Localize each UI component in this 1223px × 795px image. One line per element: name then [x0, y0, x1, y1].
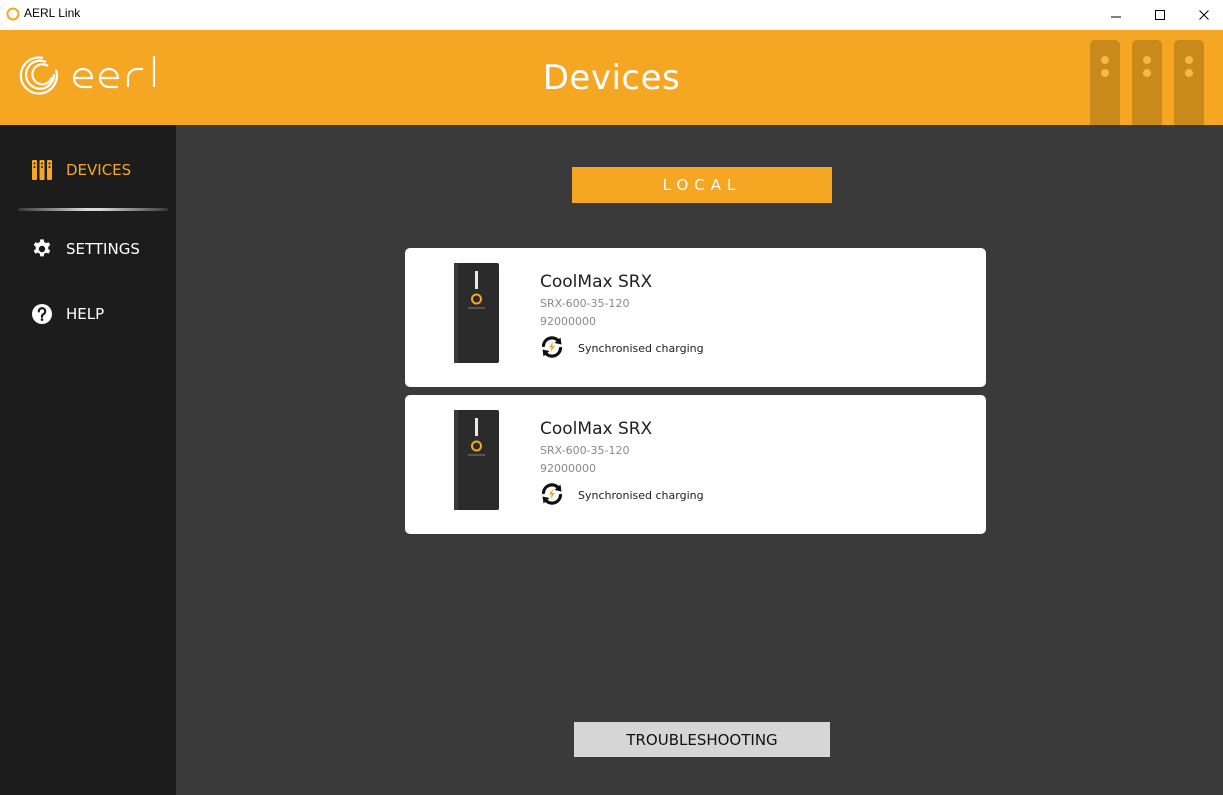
minimize-button[interactable] — [1096, 0, 1136, 30]
sidebar-item-devices[interactable]: DEVICES — [0, 150, 176, 190]
window-title: AERL Link — [24, 6, 81, 20]
sidebar-item-label: HELP — [66, 305, 105, 323]
main-content: LOCAL CoolMax SRX SRX-600-35-120 9200000… — [176, 125, 1223, 795]
device-card[interactable]: CoolMax SRX SRX-600-35-120 92000000 Sync… — [405, 395, 986, 534]
device-card[interactable]: CoolMax SRX SRX-600-35-120 92000000 Sync… — [405, 248, 986, 387]
device-status: Synchronised charging — [578, 342, 704, 355]
help-icon — [30, 302, 54, 326]
devices-decoration-icon — [1090, 40, 1204, 125]
troubleshooting-button[interactable]: TROUBLESHOOTING — [574, 722, 830, 757]
sidebar: DEVICES SETTINGS HELP — [0, 125, 176, 795]
sync-charging-icon — [541, 336, 563, 358]
device-image — [454, 263, 499, 363]
maximize-icon — [1155, 10, 1165, 20]
maximize-button[interactable] — [1140, 0, 1180, 30]
minimize-icon — [1111, 16, 1121, 18]
devices-icon — [30, 158, 54, 182]
sidebar-item-label: SETTINGS — [66, 240, 140, 258]
window-titlebar: AERL Link — [0, 0, 1223, 30]
page-title: Devices — [542, 57, 681, 98]
app-logo-icon — [6, 7, 20, 21]
gear-icon — [30, 237, 54, 261]
sidebar-item-label: DEVICES — [66, 161, 132, 179]
close-button[interactable] — [1184, 0, 1223, 30]
device-model: SRX-600-35-120 — [540, 297, 630, 310]
app-header: Devices — [0, 30, 1223, 125]
device-image — [454, 410, 499, 510]
device-serial: 92000000 — [540, 315, 596, 328]
sidebar-item-settings[interactable]: SETTINGS — [0, 229, 176, 269]
device-model: SRX-600-35-120 — [540, 444, 630, 457]
device-status: Synchronised charging — [578, 489, 704, 502]
active-nav-indicator — [18, 208, 168, 211]
sidebar-item-help[interactable]: HELP — [0, 294, 176, 334]
device-serial: 92000000 — [540, 462, 596, 475]
sync-charging-icon — [541, 483, 563, 505]
device-name: CoolMax SRX — [540, 272, 653, 292]
device-name: CoolMax SRX — [540, 419, 653, 439]
local-tab-button[interactable]: LOCAL — [572, 167, 832, 203]
close-icon — [1199, 10, 1209, 20]
